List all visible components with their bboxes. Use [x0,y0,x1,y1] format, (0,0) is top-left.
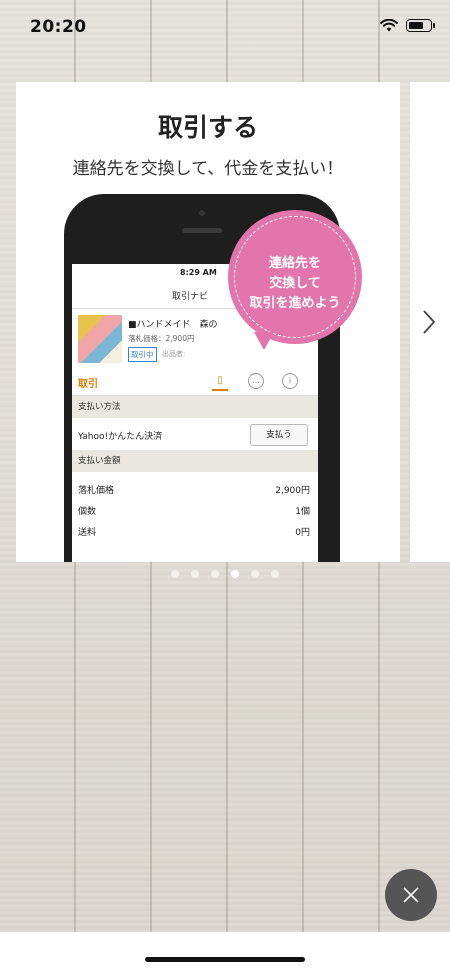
chevron-right-icon[interactable] [419,308,439,336]
payment-amount-header: 支払い金額 [72,450,318,472]
item-thumbnail [78,315,122,363]
payment-method-label: Yahoo!かんたん決済 [78,432,163,442]
phone-tab-row: 取引 ▯ … i [72,369,318,396]
amount-row: 個数 1個 [72,499,318,520]
item-name: ■ハンドメイド 森の [128,320,218,330]
page-dot[interactable] [171,570,179,578]
page-dot[interactable] [251,570,259,578]
home-indicator-area [0,932,450,974]
bag-icon: ▯ [212,373,228,391]
camera-icon [199,210,205,216]
card-title: 取引する [157,113,258,142]
speech-bubble-text: 連絡先を 交換して 取引を進めよう [228,254,362,314]
amount-value: 1個 [295,507,310,517]
card-subtitle: 連絡先を交換して、代金を支払い！ [72,159,344,179]
bubble-line: 交換して [269,276,321,291]
amount-label: 個数 [78,507,97,517]
close-icon [403,887,419,903]
home-indicator[interactable] [145,957,305,962]
page-dot-active[interactable] [231,570,239,578]
info-icon: i [282,373,298,389]
status-time: 20:20 [30,17,87,37]
page-dot[interactable] [211,570,219,578]
phone-nav-title: 取引ナビ [172,292,209,302]
amount-row: 送料 0円 [72,520,318,541]
amount-row: 落札価格 2,900円 [72,478,318,499]
tutorial-card: 取引する 連絡先を交換して、代金を支払い！ ●●●●● 8:29 AM 取引ナビ… [16,82,400,562]
wifi-icon [380,19,398,32]
status-bar: 20:20 [0,0,450,56]
payment-method-row: Yahoo!かんたん決済 支払う [72,418,318,450]
page-indicator [0,570,450,578]
speaker-grille [182,228,222,233]
amount-label: 送料 [78,528,97,538]
pay-button: 支払う [250,424,308,446]
item-seller: 出品者: [162,350,186,358]
amount-value: 0円 [295,528,310,538]
chat-icon: … [248,373,264,389]
bubble-line: 連絡先を [268,256,321,271]
phone-status-time: 8:29 AM [180,268,217,277]
battery-icon [406,19,435,32]
amount-label: 落札価格 [78,486,115,496]
payment-method-header: 支払い方法 [72,396,318,418]
status-icons [380,19,435,32]
speech-bubble-tail [254,332,274,350]
bubble-line: 取引を進めよう [249,296,341,311]
page-dot[interactable] [191,570,199,578]
status-badge: 取引中 [128,347,157,362]
amount-value: 2,900円 [275,486,310,496]
tab-label: 取引 [78,379,98,390]
page-dot[interactable] [271,570,279,578]
item-price: 落札価格：2,900円 [128,334,195,343]
close-button[interactable] [385,869,437,921]
